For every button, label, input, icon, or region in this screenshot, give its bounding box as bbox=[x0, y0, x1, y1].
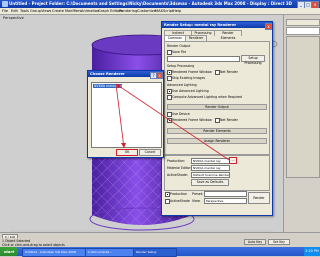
ok-button[interactable]: OK bbox=[116, 149, 138, 156]
choose-renderer-button[interactable]: ... bbox=[229, 157, 237, 164]
setup-processing-label: Setup Processing bbox=[167, 64, 195, 68]
activeshade-renderer-field: Default Scanline Renderer bbox=[191, 172, 230, 178]
app-icon bbox=[2, 1, 8, 7]
production-radio-label: Production bbox=[170, 192, 187, 196]
render-setup-dialog: Render Setup: mental ray Renderer x Indi… bbox=[161, 21, 273, 216]
compute-advanced-lighting-label: Compute Advanced Lighting when Required bbox=[172, 95, 243, 99]
render-output-rollout[interactable]: Render Output bbox=[167, 104, 267, 110]
start-button[interactable]: start bbox=[0, 247, 18, 256]
rendered-frame-window-2-label: Rendered Frame Window bbox=[172, 118, 212, 122]
view-dropdown[interactable]: Perspective bbox=[204, 198, 247, 204]
modifier-stack[interactable] bbox=[286, 36, 320, 178]
windows-taskbar: start Untitled - Autodesk 3ds Max 2008 C… bbox=[0, 247, 320, 257]
menu-tools[interactable]: Tools bbox=[20, 8, 29, 14]
menu-edit[interactable]: Edit bbox=[11, 8, 18, 14]
use-device-label: Use Device bbox=[172, 112, 190, 116]
render-output-heading: Render Output bbox=[167, 44, 191, 48]
menu-help[interactable]: Help bbox=[173, 8, 181, 14]
menu-create[interactable]: Create bbox=[52, 8, 64, 14]
menu-file[interactable]: File bbox=[2, 8, 8, 14]
auto-key-button[interactable]: Auto Key bbox=[244, 239, 266, 245]
command-panel[interactable] bbox=[283, 15, 320, 241]
command-panel-tabs[interactable] bbox=[286, 19, 320, 26]
render-output-group: Render Output Save File Setup Processing… bbox=[164, 41, 270, 155]
menu-maxscript[interactable]: MAXScript bbox=[155, 8, 173, 14]
menu-animation[interactable]: Animation bbox=[81, 8, 99, 14]
save-file-label: Save File bbox=[172, 50, 187, 54]
render-setup-title: Render Setup: mental ray Renderer bbox=[162, 22, 272, 28]
material-editor-renderer-field: NVIDIA mental ray bbox=[191, 165, 230, 171]
set-key-button[interactable]: Set Key bbox=[268, 239, 290, 245]
menu-group[interactable]: Group bbox=[30, 8, 41, 14]
output-path-field[interactable] bbox=[167, 56, 240, 62]
preset-dropdown[interactable] bbox=[204, 191, 247, 197]
cancel-button[interactable]: Cancel bbox=[139, 149, 161, 156]
production-renderer-field: NVIDIA mental ray bbox=[191, 158, 230, 164]
net-render-2-label: Net Render bbox=[220, 118, 238, 122]
choose-renderer-dialog: Choose Renderer ? x NVIDIA mental ray OK… bbox=[87, 70, 164, 158]
choose-renderer-close-button[interactable]: x bbox=[156, 71, 163, 79]
assign-renderer-group: Production: NVIDIA mental ray ... Materi… bbox=[164, 155, 270, 191]
activeshade-label: ActiveShade: bbox=[167, 173, 188, 177]
window-title: Untitled - Project Folder: C:\Documents … bbox=[9, 1, 292, 6]
tab-render-elements[interactable]: Render Elements bbox=[214, 30, 242, 40]
menu-bar: File Edit Tools Group Views Create Modif… bbox=[0, 8, 320, 15]
files-button[interactable]: Setup Processing bbox=[241, 55, 265, 65]
renderer-list-item-mental-ray[interactable]: NVIDIA mental ray bbox=[93, 84, 122, 88]
use-advanced-lighting-label: Use Advanced Lighting bbox=[172, 89, 209, 93]
material-editor-label: Material Editor: bbox=[167, 166, 192, 170]
status-bar: 1 Object Selected Click or click-and-dra… bbox=[0, 238, 320, 247]
menu-rendering[interactable]: Rendering bbox=[119, 8, 137, 14]
render-elements-rollout[interactable]: Render Elements bbox=[167, 128, 267, 134]
taskbar-clock: 3:20 PM bbox=[304, 247, 320, 256]
menu-views[interactable]: Views bbox=[41, 8, 51, 14]
rendered-frame-window-label: Rendered Frame Window bbox=[172, 70, 212, 74]
menu-modifiers[interactable]: Modifiers bbox=[65, 8, 81, 14]
render-setup-close-button[interactable]: x bbox=[265, 22, 272, 30]
menu-customize[interactable]: Customize bbox=[137, 8, 156, 14]
advanced-lighting-heading: Advanced Lighting bbox=[167, 83, 197, 87]
main-title-bar: Untitled - Project Folder: C:\Documents … bbox=[0, 0, 320, 9]
object-name-field[interactable] bbox=[286, 27, 320, 35]
skip-existing-label: Skip Existing Images bbox=[172, 76, 206, 80]
render-button[interactable]: Render bbox=[248, 192, 270, 204]
net-render-label: Net Render bbox=[220, 70, 238, 74]
save-as-defaults-button[interactable]: Save as Defaults bbox=[191, 179, 229, 186]
activeshade-radio-label: ActiveShade bbox=[170, 199, 190, 203]
renderer-list[interactable]: NVIDIA mental ray bbox=[91, 82, 162, 148]
assign-renderer-rollout[interactable]: Assign Renderer bbox=[167, 138, 267, 144]
preset-label: Preset: bbox=[192, 192, 204, 196]
view-label: View: bbox=[192, 199, 201, 203]
production-label: Production: bbox=[167, 159, 186, 163]
